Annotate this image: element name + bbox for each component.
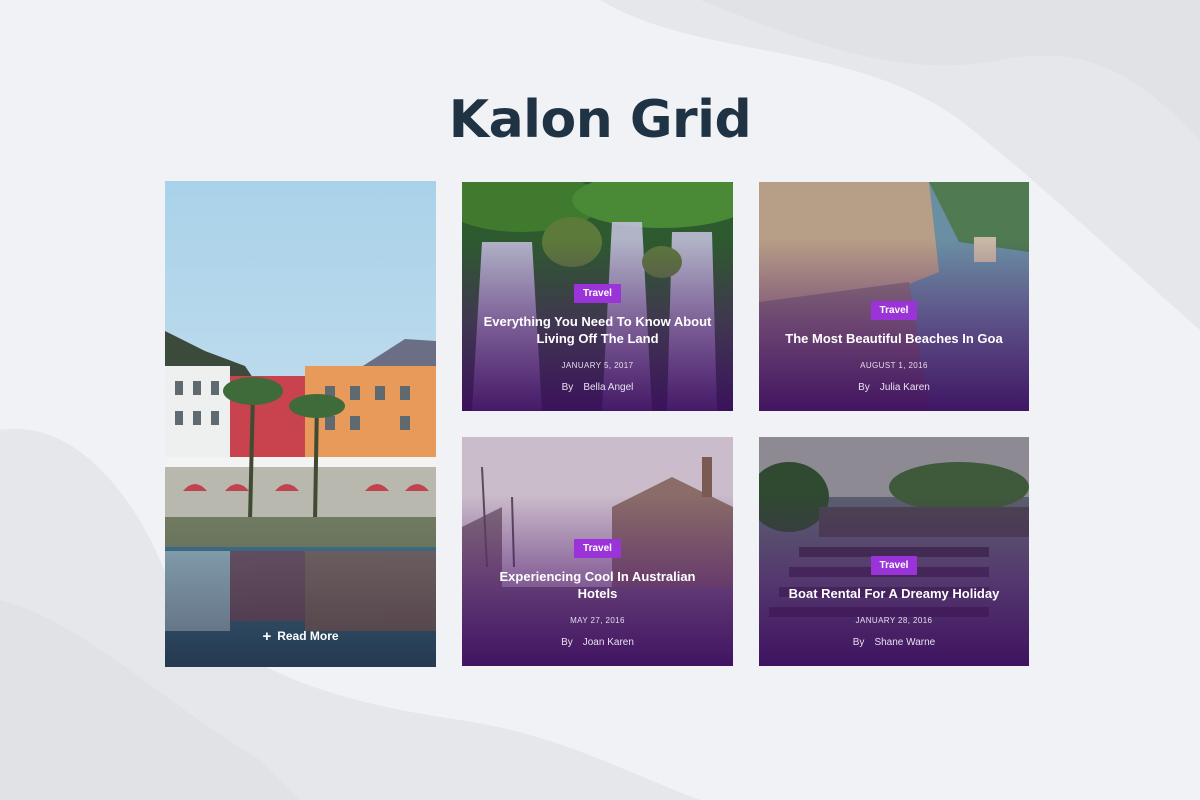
by-label: By xyxy=(561,382,574,393)
card-content: Travel Boat Rental For A Dreamy Holiday … xyxy=(759,555,1029,648)
post-date: AUGUST 1, 2016 xyxy=(860,361,928,370)
image-overlay xyxy=(165,181,436,667)
category-badge[interactable]: Travel xyxy=(574,284,621,303)
page-title: Kalon Grid xyxy=(448,90,752,150)
author-name[interactable]: Julia Karen xyxy=(880,382,930,393)
category-badge[interactable]: Travel xyxy=(870,556,918,575)
post-date: JANUARY 28, 2016 xyxy=(855,616,933,625)
author-name[interactable]: Shane Warne xyxy=(874,637,935,648)
card-content: Travel Everything You Need To Know About… xyxy=(462,283,733,393)
post-title[interactable]: Experiencing Cool In Australian Hotels xyxy=(483,568,713,602)
category-badge[interactable]: Travel xyxy=(870,301,918,320)
read-more-label: Read More xyxy=(277,629,339,643)
by-label: By xyxy=(852,637,865,648)
post-title[interactable]: The Most Beautiful Beaches In Goa xyxy=(779,330,1009,347)
read-more-link[interactable]: + Read More xyxy=(165,628,436,645)
post-title[interactable]: Boat Rental For A Dreamy Holiday xyxy=(779,585,1009,602)
post-author: By Bella Angel xyxy=(462,382,733,393)
post-author: By Shane Warne xyxy=(759,637,1029,648)
category-badge[interactable]: Travel xyxy=(574,539,621,558)
post-card[interactable]: Travel Everything You Need To Know About… xyxy=(462,182,733,411)
by-label: By xyxy=(858,382,870,393)
post-author: By Julia Karen xyxy=(759,382,1029,393)
author-name[interactable]: Joan Karen xyxy=(583,637,634,648)
post-card[interactable]: Travel The Most Beautiful Beaches In Goa… xyxy=(759,182,1029,411)
by-label: By xyxy=(561,637,573,648)
post-author: By Joan Karen xyxy=(462,637,733,648)
post-date: JANUARY 5, 2017 xyxy=(561,361,634,370)
post-title[interactable]: Everything You Need To Know About Living… xyxy=(483,313,713,347)
post-card[interactable]: Travel Boat Rental For A Dreamy Holiday … xyxy=(759,437,1029,666)
featured-post-card[interactable]: + Read More xyxy=(165,181,436,667)
post-card[interactable]: Travel Experiencing Cool In Australian H… xyxy=(462,437,733,666)
card-content: Travel The Most Beautiful Beaches In Goa… xyxy=(759,300,1029,393)
card-content: Travel Experiencing Cool In Australian H… xyxy=(462,538,733,648)
post-date: MAY 27, 2016 xyxy=(570,616,625,625)
plus-icon: + xyxy=(262,628,272,645)
author-name[interactable]: Bella Angel xyxy=(583,382,633,393)
